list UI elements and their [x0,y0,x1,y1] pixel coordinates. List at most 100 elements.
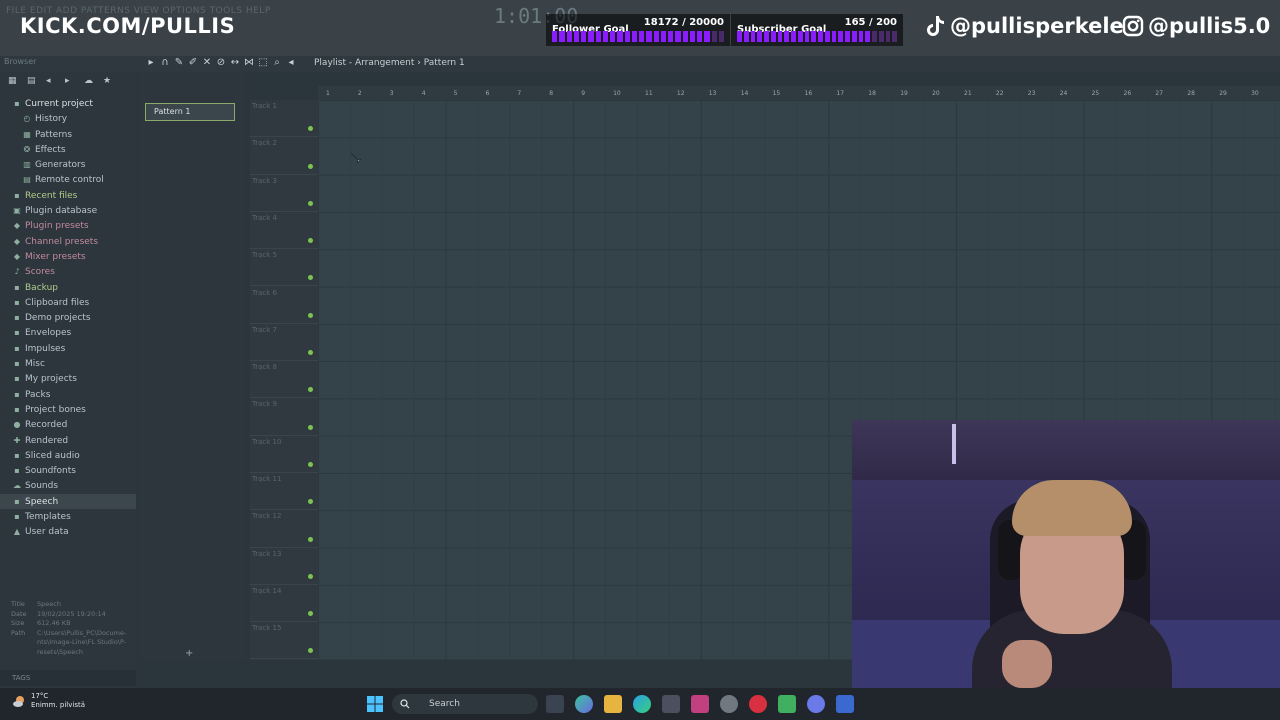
pencil-icon[interactable]: ✎ [174,58,184,68]
browser-item-recorded[interactable]: ● Recorded [0,417,136,432]
browser-item-envelopes[interactable]: ▪ Envelopes [0,325,136,340]
track-led-icon[interactable] [308,350,313,356]
weather-widget[interactable]: 17°C Enimm. pilvistä [12,692,85,710]
track-header[interactable]: Track 14 [250,585,318,623]
track-header[interactable]: Track 10 [250,436,318,473]
track-header[interactable]: Track 11 [250,473,318,511]
store-icon[interactable] [662,695,680,713]
track-led-icon[interactable] [308,200,313,206]
track-header[interactable]: Track 5 [250,249,318,287]
browser-forward-icon[interactable]: ▸ [65,76,75,86]
select-icon[interactable]: ⬚ [258,58,268,68]
browser-item-history[interactable]: ◴ History [0,111,136,126]
browser-item-templates[interactable]: ▪ Templates [0,509,136,524]
zoom-icon[interactable]: ⌕ [272,58,282,68]
browser-file-icon[interactable]: ▤ [27,76,37,86]
browser-item-backup[interactable]: ▪ Backup [0,280,136,295]
track-led-icon[interactable] [308,648,313,654]
windows-start-icon[interactable] [366,695,384,713]
goal-bar-segment [892,31,897,42]
task-view-icon[interactable] [546,695,564,713]
track-header[interactable]: Track 1 [250,100,318,138]
browser-item-remote-control[interactable]: ▤ Remote control [0,172,136,187]
browser-item-my-projects[interactable]: ▪ My projects [0,371,136,386]
track-led-icon[interactable] [308,573,313,579]
browser-star-icon[interactable]: ★ [103,76,113,86]
arrow-icon[interactable]: ▸ [146,58,156,68]
track-header[interactable]: Track 12 [250,510,318,548]
track-led-icon[interactable] [308,461,313,467]
speaker-icon[interactable]: ◂ [286,58,296,68]
slice-icon[interactable]: ⋈ [244,58,254,68]
browser-item-sounds[interactable]: ☁ Sounds [0,478,136,493]
browser-item-effects[interactable]: ❂ Effects [0,142,136,157]
pattern-item[interactable]: Pattern 1 [145,103,235,121]
opera-icon[interactable] [749,695,767,713]
tags-bar[interactable]: TAGS [0,670,136,686]
track-header[interactable]: Track 2 [250,137,318,175]
browser-item-soundfonts[interactable]: ▪ Soundfonts [0,463,136,478]
edge-icon[interactable] [633,695,651,713]
timeline-ruler[interactable] [318,86,1280,100]
track-led-icon[interactable] [308,536,313,542]
track-name: Track 5 [252,251,277,260]
taskbar-search[interactable]: Search [392,694,538,714]
track-led-icon[interactable] [308,424,313,430]
discord-icon[interactable] [807,695,825,713]
browser-item-project-bones[interactable]: ▪ Project bones [0,402,136,417]
browser-item-generators[interactable]: ▥ Generators [0,157,136,172]
track-led-icon[interactable] [308,126,313,132]
track-led-icon[interactable] [308,499,313,505]
browser-item-sliced-audio[interactable]: ▪ Sliced audio [0,448,136,463]
track-led-icon[interactable] [308,312,313,318]
track-header[interactable]: Track 9 [250,398,318,436]
track-header[interactable]: Track 13 [250,548,318,585]
browser-cloud-icon[interactable]: ☁ [84,76,94,86]
play-icon[interactable] [778,695,796,713]
app2-icon[interactable] [836,695,854,713]
track-led-icon[interactable] [308,387,313,393]
folder-icon: ▪ [14,343,20,353]
delete-icon[interactable]: ✕ [202,58,212,68]
browser-item-plugin-presets[interactable]: ◆ Plugin presets [0,218,136,233]
browser-item-misc[interactable]: ▪ Misc [0,356,136,371]
browser-item-user-data[interactable]: ▲ User data [0,524,136,539]
browser-item-plugin-database[interactable]: ▣ Plugin database [0,203,136,218]
track-header[interactable]: Track 4 [250,212,318,250]
browser-back-icon[interactable]: ◂ [46,76,56,86]
mute-icon[interactable]: ⊘ [216,58,226,68]
browser-item-rendered[interactable]: ✚ Rendered [0,433,136,448]
browser-item-packs[interactable]: ▪ Packs [0,387,136,402]
track-header[interactable]: Track 3 [250,175,318,212]
database-icon: ▣ [13,206,21,216]
goal-bar-segment [675,31,681,42]
track-led-icon[interactable] [308,163,313,169]
browser-item-channel-presets[interactable]: ◆ Channel presets [0,234,136,249]
slip-icon[interactable]: ↔ [230,58,240,68]
track-led-icon[interactable] [308,275,313,281]
track-header[interactable]: Track 15 [250,622,318,660]
browser-item-scores[interactable]: ♪ Scores [0,264,136,279]
copilot-icon[interactable] [575,695,593,713]
track-led-icon[interactable] [308,238,313,244]
app-icon[interactable] [691,695,709,713]
browser-all-icon[interactable]: ▦ [8,76,18,86]
browser-item-current-project[interactable]: ▪ Current project [0,96,136,111]
track-header[interactable]: Track 8 [250,361,318,399]
track-header[interactable]: Track 6 [250,287,318,324]
browser-item-recent-files[interactable]: ▪ Recent files [0,188,136,203]
browser-item-patterns[interactable]: ▦ Patterns [0,127,136,142]
browser-tab[interactable]: Browser [4,57,36,66]
browser-item-impulses[interactable]: ▪ Impulses [0,341,136,356]
file-explorer-icon[interactable] [604,695,622,713]
add-pattern-icon[interactable]: + [185,648,193,659]
magnet-icon[interactable]: ∩ [160,58,170,68]
brush-icon[interactable]: ✐ [188,58,198,68]
track-led-icon[interactable] [308,611,313,617]
settings-icon[interactable] [720,695,738,713]
browser-item-clipboard-files[interactable]: ▪ Clipboard files [0,295,136,310]
browser-item-mixer-presets[interactable]: ◆ Mixer presets [0,249,136,264]
browser-item-speech[interactable]: ▪ Speech [0,493,136,510]
browser-item-demo-projects[interactable]: ▪ Demo projects [0,310,136,325]
track-header[interactable]: Track 7 [250,324,318,362]
